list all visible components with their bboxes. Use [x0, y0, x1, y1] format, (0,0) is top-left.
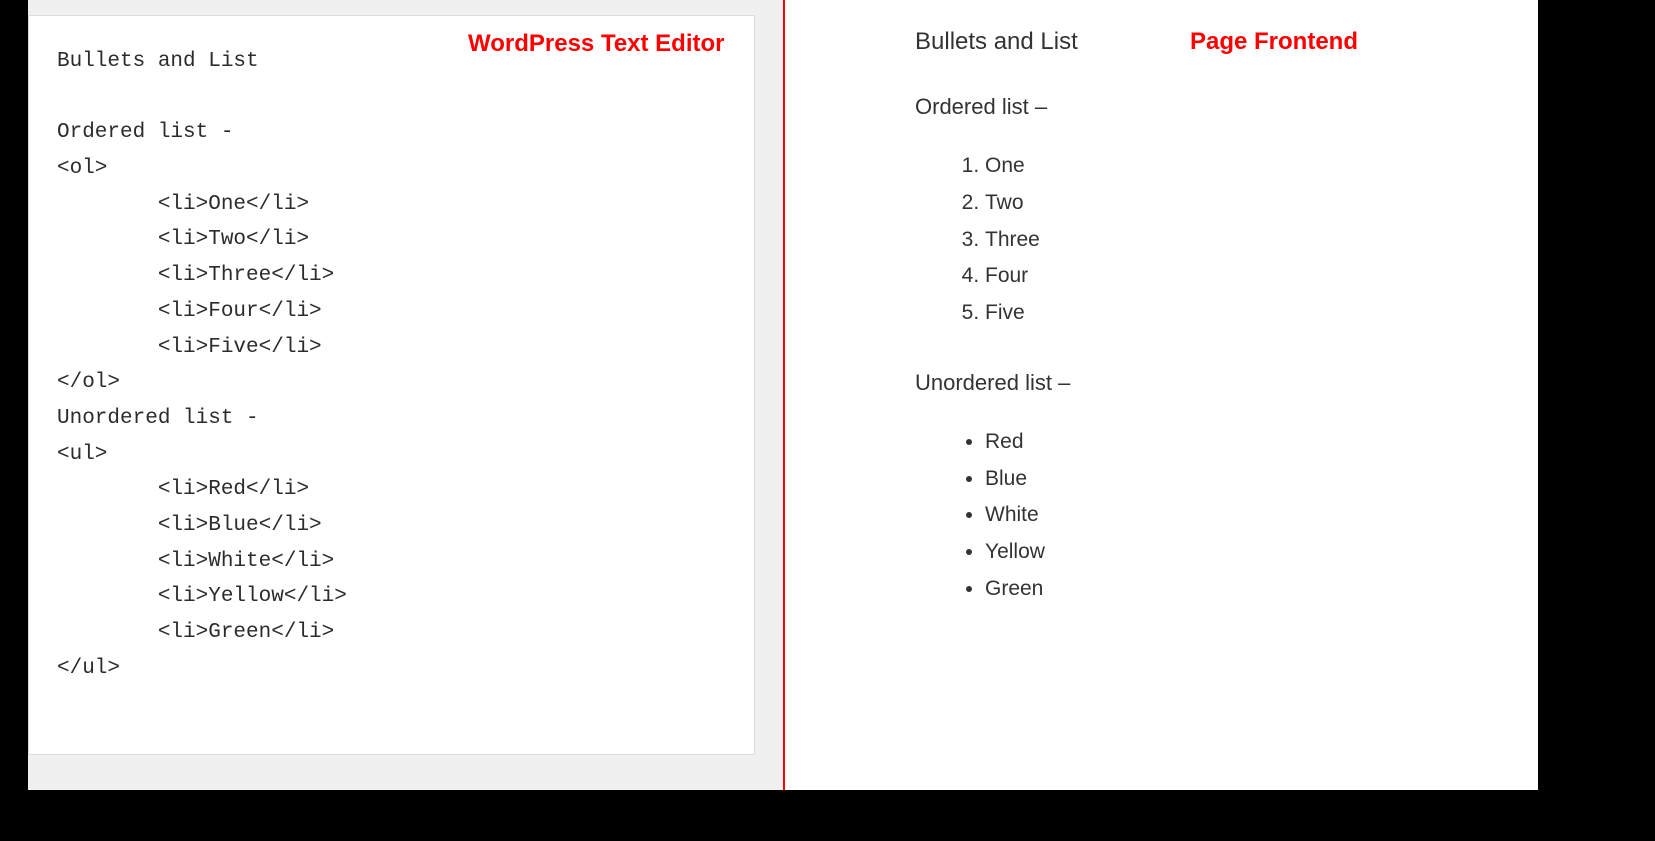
unordered-heading: Unordered list –	[915, 370, 1498, 396]
ordered-heading: Ordered list –	[915, 94, 1498, 120]
text-editor-box[interactable]: Bullets and List Ordered list - <ol> <li…	[28, 15, 755, 755]
list-item: Yellow	[985, 534, 1498, 571]
unordered-list: Red Blue White Yellow Green	[985, 424, 1498, 608]
list-item: Blue	[985, 461, 1498, 498]
list-item: Four	[985, 258, 1498, 295]
list-item: Green	[985, 571, 1498, 608]
list-item: Red	[985, 424, 1498, 461]
editor-raw-content[interactable]: Bullets and List Ordered list - <ol> <li…	[57, 44, 726, 686]
list-item: White	[985, 497, 1498, 534]
list-item: Five	[985, 295, 1498, 332]
annotation-editor: WordPress Text Editor	[468, 30, 725, 58]
ordered-list: One Two Three Four Five	[985, 148, 1498, 332]
comparison-container: WordPress Text Editor Bullets and List O…	[28, 0, 1538, 790]
editor-panel: WordPress Text Editor Bullets and List O…	[28, 0, 783, 790]
list-item: One	[985, 148, 1498, 185]
list-item: Three	[985, 222, 1498, 259]
frontend-panel: Page Frontend Bullets and List Ordered l…	[783, 0, 1538, 790]
annotation-frontend: Page Frontend	[1190, 28, 1358, 56]
list-item: Two	[985, 185, 1498, 222]
